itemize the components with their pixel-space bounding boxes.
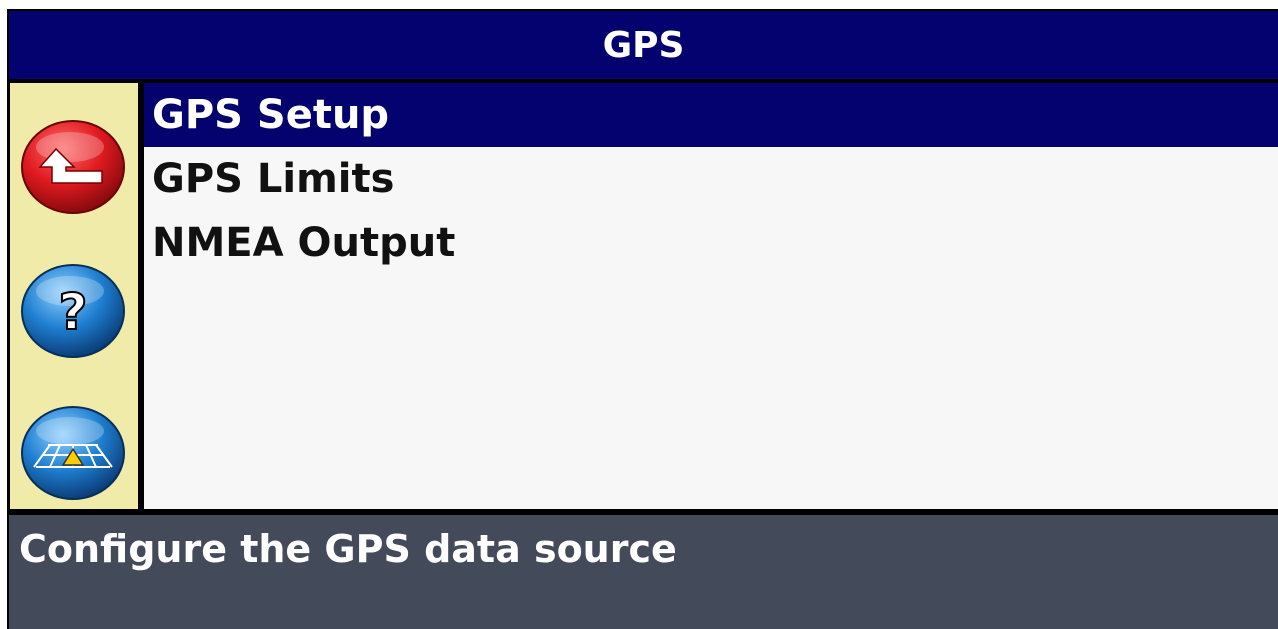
page-title: GPS <box>9 11 1278 79</box>
menu-item-gps-setup[interactable]: GPS Setup <box>144 83 1278 147</box>
help-button[interactable]: ? <box>20 263 126 359</box>
sidebar: ? <box>10 83 138 509</box>
menu-item-gps-limits[interactable]: GPS Limits <box>144 147 1278 211</box>
guidance-view-icon <box>21 406 125 500</box>
gps-screen: GPS ? GPS Setup GPS Limits NMEA Output C… <box>7 9 1278 629</box>
guidance-view-button[interactable] <box>20 405 126 501</box>
status-description: Configure the GPS data source <box>9 515 1278 629</box>
back-button[interactable] <box>20 119 126 215</box>
menu-list: GPS Setup GPS Limits NMEA Output <box>144 83 1278 509</box>
svg-text:?: ? <box>58 283 87 341</box>
help-icon: ? <box>21 264 125 358</box>
back-icon <box>21 120 125 214</box>
menu-item-nmea-output[interactable]: NMEA Output <box>144 211 1278 275</box>
